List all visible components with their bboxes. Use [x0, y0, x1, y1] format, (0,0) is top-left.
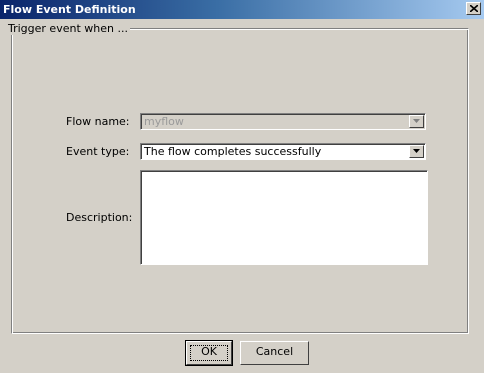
flow-event-definition-dialog: Flow Event Definition Trigger event when… [0, 0, 484, 373]
flow-name-dropdown-button [409, 115, 424, 128]
flow-name-combo: myflow [140, 113, 426, 130]
cancel-button-label: Cancel [255, 345, 294, 358]
title-bar[interactable]: Flow Event Definition [0, 0, 484, 19]
trigger-event-legend: Trigger event when ... [6, 22, 130, 35]
event-type-value: The flow completes successfully [144, 145, 322, 158]
cancel-button[interactable]: Cancel [240, 341, 309, 365]
flow-name-label: Flow name: [66, 115, 130, 128]
close-icon [470, 5, 478, 12]
close-button[interactable] [466, 2, 481, 15]
ok-button-label: OK [201, 345, 217, 358]
ok-button[interactable]: OK [185, 340, 233, 366]
event-type-combo[interactable]: The flow completes successfully [140, 143, 426, 160]
chevron-down-icon [413, 149, 420, 153]
event-type-dropdown-button[interactable] [409, 145, 424, 158]
description-textarea[interactable] [140, 170, 428, 265]
window-title: Flow Event Definition [3, 3, 136, 16]
description-label: Description: [66, 211, 133, 224]
flow-name-value: myflow [144, 115, 184, 128]
chevron-down-icon [413, 119, 420, 123]
event-type-label: Event type: [66, 145, 130, 158]
